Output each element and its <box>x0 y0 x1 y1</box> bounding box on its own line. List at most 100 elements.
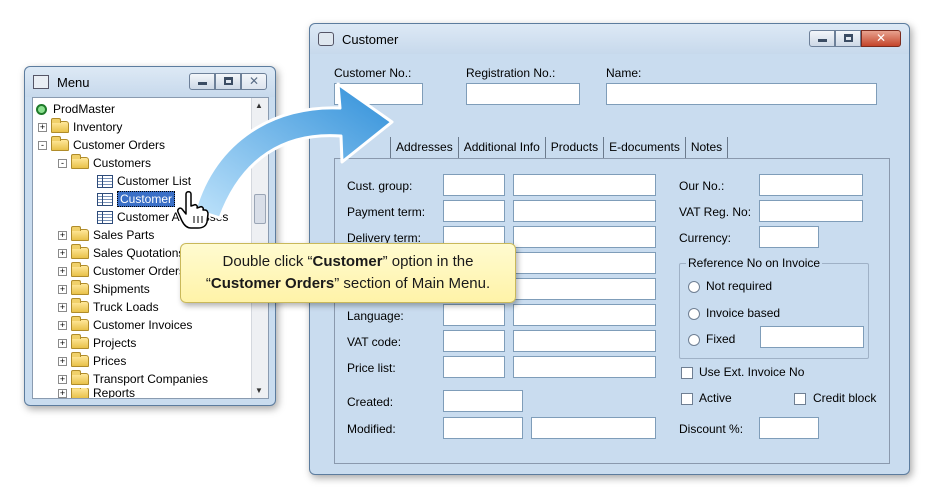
folder-icon <box>71 334 89 349</box>
open-folder-icon <box>71 154 89 169</box>
folder-icon <box>71 244 89 259</box>
expand-icon[interactable]: + <box>58 374 67 384</box>
use-ext-invoice-label: Use Ext. Invoice No <box>699 365 805 379</box>
name-input[interactable] <box>606 83 877 105</box>
expand-icon[interactable]: + <box>58 338 67 348</box>
modified-by-input[interactable] <box>531 417 656 439</box>
field-row5-desc-input[interactable] <box>513 278 656 300</box>
scroll-down-icon[interactable]: ▼ <box>255 386 263 395</box>
expand-icon[interactable]: + <box>58 284 67 294</box>
tree-item-prices[interactable]: + Prices <box>58 352 126 370</box>
tree-item-customer-invoices[interactable]: + Customer Invoices <box>58 316 192 334</box>
cust-group-code-input[interactable] <box>443 174 505 196</box>
tree-item-label: Customers <box>93 156 152 170</box>
expand-icon[interactable]: + <box>58 248 67 258</box>
minimize-button[interactable] <box>809 30 835 47</box>
tree-item-sales-parts[interactable]: + Sales Parts <box>58 226 154 244</box>
folder-icon <box>71 262 89 277</box>
active-checkbox[interactable] <box>681 393 693 405</box>
callout-line-2: “Customer Orders” section of Main Menu. <box>181 273 515 295</box>
fixed-reference-input[interactable] <box>760 326 864 348</box>
tree-item-customer-list[interactable]: Customer List <box>97 172 191 190</box>
cust-group-desc-input[interactable] <box>513 174 656 196</box>
vat-code-label: VAT code: <box>347 335 402 349</box>
delivery-term-desc-input[interactable] <box>513 226 656 248</box>
collapse-icon[interactable]: - <box>38 140 47 150</box>
tree-item-reports[interactable]: + Reports <box>58 388 135 398</box>
radio-invoice-based[interactable] <box>688 308 700 320</box>
instruction-callout: Double click “Customer” option in the “C… <box>180 243 516 303</box>
minimize-icon <box>818 39 827 42</box>
folder-icon <box>71 226 89 241</box>
form-icon <box>97 192 113 206</box>
tree-item-label: Sales Parts <box>93 228 155 242</box>
payment-term-desc-input[interactable] <box>513 200 656 222</box>
credit-block-checkbox[interactable] <box>794 393 806 405</box>
payment-term-code-input[interactable] <box>443 200 505 222</box>
currency-label: Currency: <box>679 231 732 245</box>
vat-code-input[interactable] <box>443 330 505 352</box>
tree-item-label: ProdMaster <box>53 102 116 116</box>
our-no-input[interactable] <box>759 174 863 196</box>
folder-icon <box>51 118 69 133</box>
expand-icon[interactable]: + <box>58 356 67 366</box>
language-code-input[interactable] <box>443 304 505 326</box>
tree-item-customer-orders-sub[interactable]: + Customer Orders <box>58 262 185 280</box>
use-ext-invoice-checkbox[interactable] <box>681 367 693 379</box>
language-desc-input[interactable] <box>513 304 656 326</box>
tree-item-label: Prices <box>93 354 127 368</box>
radio-not-required[interactable] <box>688 281 700 293</box>
folder-icon <box>71 316 89 331</box>
expand-icon[interactable]: + <box>58 266 67 276</box>
tree-item-label: Customer Orders <box>93 264 186 278</box>
folder-icon <box>71 298 89 313</box>
price-list-code-input[interactable] <box>443 356 505 378</box>
tree-item-customer-orders[interactable]: - Customer Orders <box>38 136 165 154</box>
callout-emphasis: Customer <box>312 253 383 270</box>
callout-emphasis: Customer Orders <box>210 275 335 292</box>
collapse-icon[interactable]: - <box>58 158 67 168</box>
radio-fixed[interactable] <box>688 334 700 346</box>
vat-code-desc-input[interactable] <box>513 330 656 352</box>
tab-products[interactable]: Products <box>546 137 605 158</box>
tree-item-label: Customer Orders <box>73 138 166 152</box>
language-label: Language: <box>347 309 404 323</box>
tree-item-sales-quotations[interactable]: + Sales Quotations <box>58 244 184 262</box>
expand-icon[interactable]: + <box>58 388 67 398</box>
tree-item-transport-companies[interactable]: + Transport Companies <box>58 370 208 388</box>
maximize-button[interactable] <box>835 30 861 47</box>
tab-panel-general: Cust. group: Payment term: Delivery term… <box>334 158 890 464</box>
tree-item-prodmaster[interactable]: ProdMaster <box>36 100 115 118</box>
tree-item-truck-loads[interactable]: + Truck Loads <box>58 298 159 316</box>
vat-reg-no-label: VAT Reg. No: <box>679 205 752 219</box>
expand-icon[interactable]: + <box>58 320 67 330</box>
folder-icon <box>71 388 89 398</box>
field-row4-desc-input[interactable] <box>513 252 656 274</box>
table-icon <box>97 210 113 224</box>
tree-item-label: Inventory <box>73 120 123 134</box>
created-input[interactable] <box>443 390 523 412</box>
tree-item-customers[interactable]: - Customers <box>58 154 151 172</box>
tab-additional-info[interactable]: Additional Info <box>459 137 546 158</box>
tree-item-customer[interactable]: Customer <box>97 190 176 208</box>
expand-icon[interactable]: + <box>38 122 47 132</box>
vat-reg-no-input[interactable] <box>759 200 863 222</box>
reference-no-group: Reference No on Invoice Not required Inv… <box>679 256 869 359</box>
menu-window-icon <box>33 75 49 89</box>
tab-e-documents[interactable]: E-documents <box>604 137 686 158</box>
currency-input[interactable] <box>759 226 819 248</box>
discount-input[interactable] <box>759 417 819 439</box>
expand-icon[interactable]: + <box>58 302 67 312</box>
modified-date-input[interactable] <box>443 417 523 439</box>
tree-item-inventory[interactable]: + Inventory <box>38 118 122 136</box>
customer-titlebar[interactable]: Customer ✕ <box>310 24 909 54</box>
callout-text: ” option in the <box>382 253 474 270</box>
close-button[interactable]: ✕ <box>861 30 901 47</box>
price-list-desc-input[interactable] <box>513 356 656 378</box>
menu-window-title: Menu <box>57 75 90 90</box>
tab-notes[interactable]: Notes <box>686 137 729 158</box>
registration-no-input[interactable] <box>466 83 580 105</box>
tree-item-projects[interactable]: + Projects <box>58 334 136 352</box>
tree-item-shipments[interactable]: + Shipments <box>58 280 150 298</box>
expand-icon[interactable]: + <box>58 230 67 240</box>
